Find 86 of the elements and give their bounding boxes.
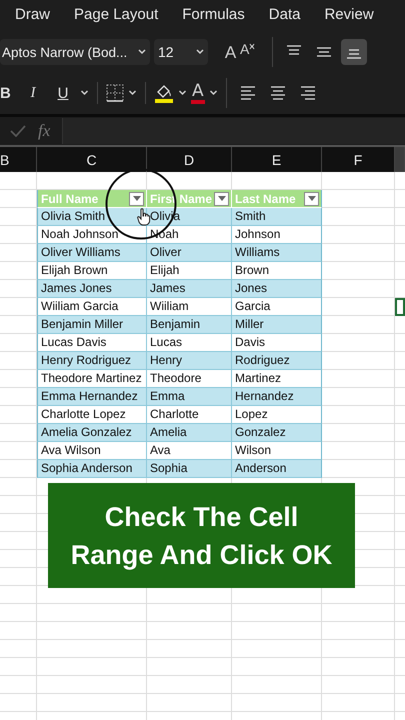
table-cell: Henry Rodriguez xyxy=(37,352,147,370)
underline-button[interactable]: U xyxy=(50,84,76,102)
table-cell: Amelia Gonzalez xyxy=(37,424,147,442)
filter-dropdown-button[interactable] xyxy=(129,192,144,206)
table-cell: Gonzalez xyxy=(232,424,322,442)
table-cell: Ava Wilson xyxy=(37,442,147,460)
table-cell: Henry xyxy=(147,352,232,370)
function-label[interactable]: fx xyxy=(38,121,50,141)
filter-dropdown-button[interactable] xyxy=(214,192,229,206)
font-name-dropdown[interactable]: Aptos Narrow (Bod... xyxy=(0,39,150,65)
table-cell: Lucas xyxy=(147,334,232,352)
caption-text: Check The Cell Range And Click OK xyxy=(48,483,355,588)
table-cell: Sophia xyxy=(147,460,232,478)
table-cell: Emma Hernandez xyxy=(37,388,147,406)
ribbon-tab[interactable]: Draw xyxy=(15,6,50,22)
align-icon xyxy=(300,86,316,100)
align-icon xyxy=(316,45,332,59)
table-cell: Olivia Smith xyxy=(37,208,147,226)
table-cell: Benjamin Miller xyxy=(37,316,147,334)
table-cell: Elijah Brown xyxy=(37,262,147,280)
table-cell: Elijah xyxy=(147,262,232,280)
formula-input-field[interactable] xyxy=(62,118,405,144)
decrease-font-size-button[interactable]: A xyxy=(240,40,264,66)
increase-font-size-button[interactable]: A xyxy=(212,43,236,61)
table-cell: Oliver xyxy=(147,244,232,262)
chevron-down-icon[interactable] xyxy=(208,90,218,96)
column-header[interactable]: D xyxy=(147,147,232,172)
table-cell: Williams xyxy=(232,244,322,262)
chevron-down-icon xyxy=(138,49,146,55)
table-cell: Emma xyxy=(147,388,232,406)
table-cell: James xyxy=(147,280,232,298)
chevron-down-icon xyxy=(196,49,204,55)
triangle-down-icon xyxy=(132,196,140,201)
font-size-dropdown[interactable]: 12 xyxy=(154,39,208,65)
table-cell: James Jones xyxy=(37,280,147,298)
table-cell: Charlotte Lopez xyxy=(37,406,147,424)
table-cell: Wiiliam Garcia xyxy=(37,298,147,316)
column-header[interactable]: B xyxy=(0,147,37,172)
chevron-down-icon[interactable] xyxy=(80,90,89,96)
table-cell: Benjamin xyxy=(147,316,232,334)
table-cell: Lucas Davis xyxy=(37,334,147,352)
table-cell: Rodriguez xyxy=(232,352,322,370)
column-header[interactable]: C xyxy=(37,147,147,172)
ribbon-tab[interactable]: Page Layout xyxy=(74,6,158,22)
font-color-button[interactable]: A xyxy=(191,82,205,104)
table-cell: Hernandez xyxy=(232,388,322,406)
table-cell: Miller xyxy=(232,316,322,334)
table-cell: Garcia xyxy=(232,298,322,316)
checkmark-icon[interactable] xyxy=(10,125,26,137)
fill-color-icon[interactable] xyxy=(154,83,174,103)
table-cell: Smith xyxy=(232,208,322,226)
vertical-align-button[interactable] xyxy=(341,39,367,65)
table-cell: Oliver Williams xyxy=(37,244,147,262)
table-cell: Davis xyxy=(232,334,322,352)
table-cell: Lopez xyxy=(232,406,322,424)
table-cell: Anderson xyxy=(232,460,322,478)
table-cell: Brown xyxy=(232,262,322,280)
column-title: Full Name xyxy=(41,192,98,206)
table-cell: Jones xyxy=(232,280,322,298)
filter-dropdown-button[interactable] xyxy=(304,192,319,206)
table-cell: Wilson xyxy=(232,442,322,460)
table-cell: Ava xyxy=(147,442,232,460)
table-cell: Noah Johnson xyxy=(37,226,147,244)
ribbon-tab[interactable]: Formulas xyxy=(182,6,245,22)
table-cell: Theodore xyxy=(147,370,232,388)
table-cell: Sophia Anderson xyxy=(37,460,147,478)
italic-button[interactable]: I xyxy=(20,84,46,102)
bold-button[interactable]: B xyxy=(0,84,16,102)
ribbon-tab[interactable]: Data xyxy=(268,6,300,22)
triangle-down-icon xyxy=(218,196,226,201)
borders-icon[interactable] xyxy=(106,84,124,102)
table-cell: Martinez xyxy=(232,370,322,388)
triangle-down-icon xyxy=(308,196,316,201)
align-icon xyxy=(240,86,256,100)
ribbon-tab[interactable]: Review xyxy=(324,6,374,22)
chevron-down-icon[interactable] xyxy=(128,90,137,96)
table-cell: Johnson xyxy=(232,226,322,244)
column-title: Last Name xyxy=(235,192,296,206)
active-cell xyxy=(395,298,405,316)
align-icon xyxy=(270,86,286,100)
column-header[interactable]: E xyxy=(232,147,322,172)
chevron-down-icon[interactable] xyxy=(178,90,187,96)
table-cell: Theodore Martinez xyxy=(37,370,147,388)
table-cell: Wiiliam xyxy=(147,298,232,316)
table-cell: Amelia xyxy=(147,424,232,442)
table-cell: Charlotte xyxy=(147,406,232,424)
